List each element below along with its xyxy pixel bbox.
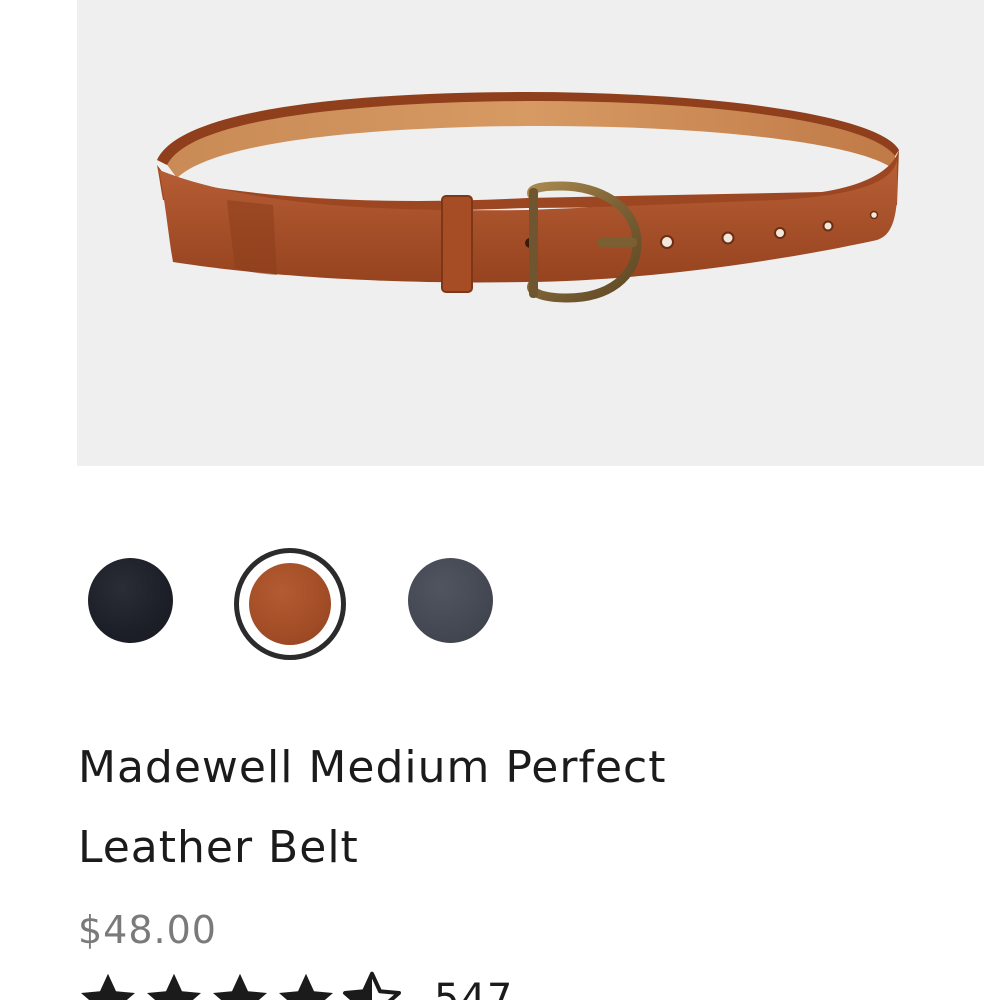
swatch-brown-fill — [249, 563, 331, 645]
product-price: $48.00 — [78, 908, 217, 952]
review-count[interactable]: 547 — [434, 976, 513, 1000]
star-half-icon — [343, 971, 401, 1000]
product-rating[interactable]: 547 — [78, 970, 513, 1000]
star-filled-icon — [279, 973, 333, 1000]
product-page: Madewell Medium Perfect Leather Belt $48… — [0, 0, 1000, 1000]
swatch-black[interactable] — [88, 558, 173, 643]
leather-belt-photo — [157, 92, 899, 303]
swatch-grey[interactable] — [408, 558, 493, 643]
product-title[interactable]: Madewell Medium Perfect Leather Belt — [78, 728, 838, 888]
star-filled-icon — [213, 973, 267, 1000]
star-filled-icon — [81, 973, 135, 1000]
color-swatches — [86, 548, 506, 660]
swatch-brown-selected[interactable] — [234, 548, 346, 660]
product-image[interactable] — [77, 0, 984, 466]
star-filled-icon — [147, 973, 201, 1000]
